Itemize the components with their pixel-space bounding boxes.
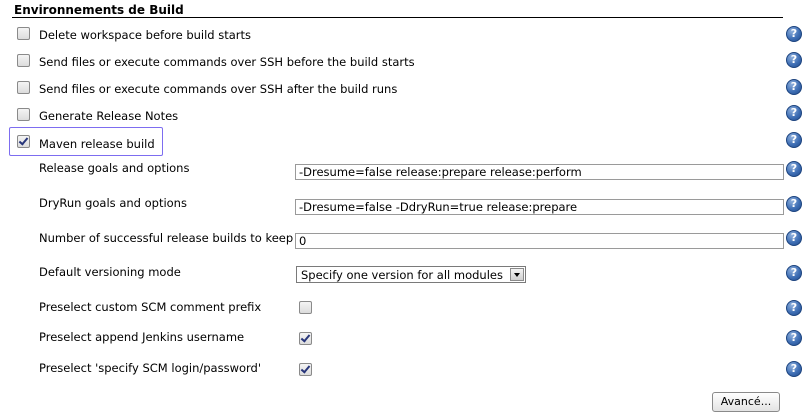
help-icon[interactable]: ? [786, 161, 802, 177]
help-icon[interactable]: ? [786, 300, 802, 316]
help-icon[interactable]: ? [786, 230, 802, 246]
dryrun-goals-input[interactable] [295, 199, 784, 215]
release-notes-checkbox[interactable] [17, 108, 30, 121]
num-builds-label: Number of successful release builds to k… [39, 231, 294, 245]
versioning-mode-label: Default versioning mode [39, 265, 181, 279]
dryrun-goals-label: DryRun goals and options [39, 196, 187, 210]
versioning-mode-value: Specify one version for all modules [301, 268, 503, 282]
advanced-button[interactable]: Avancé... [712, 392, 780, 412]
scm-prefix-checkbox[interactable] [299, 301, 312, 314]
maven-release-build-checkbox[interactable] [17, 135, 30, 148]
append-username-label: Preselect append Jenkins username [39, 330, 245, 344]
ssh-before-build-label: Send files or execute commands over SSH … [39, 55, 415, 69]
scm-prefix-label: Preselect custom SCM comment prefix [39, 300, 262, 314]
delete-workspace-label: Delete workspace before build starts [39, 28, 252, 42]
scm-login-label: Preselect 'specify SCM login/password' [39, 361, 262, 375]
help-icon[interactable]: ? [786, 26, 802, 42]
ssh-after-build-checkbox[interactable] [17, 81, 30, 94]
scm-login-checkbox[interactable] [299, 363, 312, 376]
append-username-checkbox[interactable] [299, 332, 312, 345]
help-icon[interactable]: ? [786, 105, 802, 121]
section-title: Environnements de Build [14, 3, 184, 17]
num-builds-input[interactable] [295, 233, 784, 249]
chevron-down-icon[interactable] [510, 268, 524, 281]
maven-release-build-label: Maven release build [39, 137, 155, 151]
release-notes-label: Generate Release Notes [39, 109, 179, 123]
section-divider [12, 17, 783, 18]
help-icon[interactable]: ? [786, 132, 802, 148]
help-icon[interactable]: ? [786, 52, 802, 68]
ssh-before-build-checkbox[interactable] [17, 54, 30, 67]
versioning-mode-select[interactable]: Specify one version for all modules [296, 266, 526, 283]
delete-workspace-checkbox[interactable] [17, 27, 30, 40]
help-icon[interactable]: ? [786, 265, 802, 281]
help-icon[interactable]: ? [786, 196, 802, 212]
release-goals-input[interactable] [295, 164, 784, 180]
help-icon[interactable]: ? [786, 361, 802, 377]
help-icon[interactable]: ? [786, 330, 802, 346]
help-icon[interactable]: ? [786, 79, 802, 95]
ssh-after-build-label: Send files or execute commands over SSH … [39, 82, 398, 96]
release-goals-label: Release goals and options [39, 161, 190, 175]
